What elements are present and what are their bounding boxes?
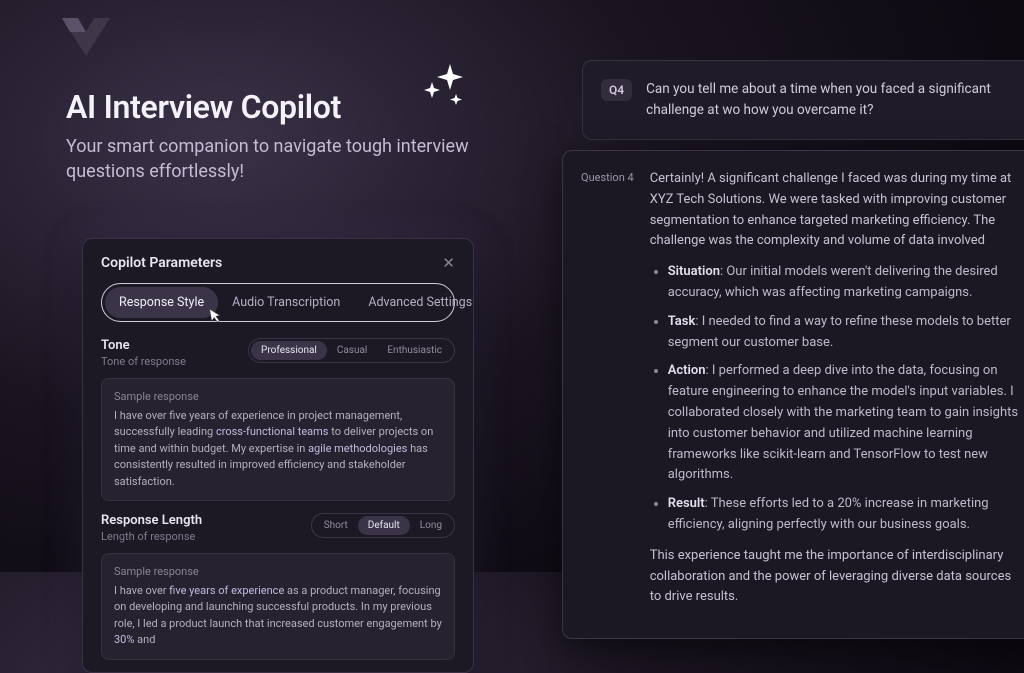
tab-audio-transcription[interactable]: Audio Transcription (218, 287, 354, 318)
answer-label: Question 4 (581, 169, 634, 184)
bullet-result: Result: These efforts led to a 20% incre… (668, 494, 1023, 536)
tone-sample-label: Sample response (114, 389, 442, 406)
brand-logo (62, 18, 110, 56)
tab-advanced-settings[interactable]: Advanced Settings (354, 287, 486, 318)
tone-chip-professional[interactable]: Professional (251, 341, 327, 360)
length-chip-short[interactable]: Short (314, 516, 358, 535)
tone-options: Professional Casual Enthusiastic (248, 338, 455, 363)
bullet-situation: Situation: Our initial models weren't de… (668, 262, 1023, 304)
length-sample-label: Sample response (114, 564, 442, 581)
tab-response-style[interactable]: Response Style (105, 287, 218, 318)
page-title: AI Interview Copilot (66, 88, 496, 126)
bullet-action: Action: I performed a deep dive into the… (668, 361, 1023, 486)
question-text: Can you tell me about a time when you fa… (646, 79, 1023, 121)
length-chip-long[interactable]: Long (410, 516, 452, 535)
tone-sample: Sample response I have over five years o… (101, 378, 455, 501)
tone-subtitle: Tone of response (101, 355, 186, 368)
length-sample: Sample response I have over five years o… (101, 553, 455, 660)
length-chip-default[interactable]: Default (358, 516, 410, 535)
answer-body: Certainly! A significant challenge I fac… (650, 169, 1023, 618)
answer-outro: This experience taught me the importance… (650, 546, 1023, 608)
length-section: Response Length Length of response Short… (101, 513, 455, 660)
length-title: Response Length (101, 513, 202, 528)
tab-bar: Response Style Audio Transcription Advan… (101, 283, 455, 322)
answer-intro: Certainly! A significant challenge I fac… (650, 169, 1023, 252)
close-icon[interactable]: ✕ (442, 256, 455, 271)
question-card: Q4 Can you tell me about a time when you… (582, 60, 1024, 140)
bullet-task: Task: I needed to find a way to refine t… (668, 312, 1023, 354)
length-subtitle: Length of response (101, 530, 202, 543)
tone-chip-enthusiastic[interactable]: Enthusiastic (377, 341, 452, 360)
panel-title: Copilot Parameters (101, 255, 222, 271)
answer-card: Question 4 Certainly! A significant chal… (562, 150, 1024, 639)
page-subtitle: Your smart companion to navigate tough i… (66, 134, 496, 184)
length-options: Short Default Long (311, 513, 455, 538)
answer-bullets: Situation: Our initial models weren't de… (650, 262, 1023, 536)
tone-title: Tone (101, 338, 186, 353)
tone-section: Tone Tone of response Professional Casua… (101, 338, 455, 501)
tone-chip-casual[interactable]: Casual (327, 341, 378, 360)
copilot-parameters-panel: Copilot Parameters ✕ Response Style Audi… (82, 238, 474, 673)
question-badge: Q4 (601, 79, 632, 101)
